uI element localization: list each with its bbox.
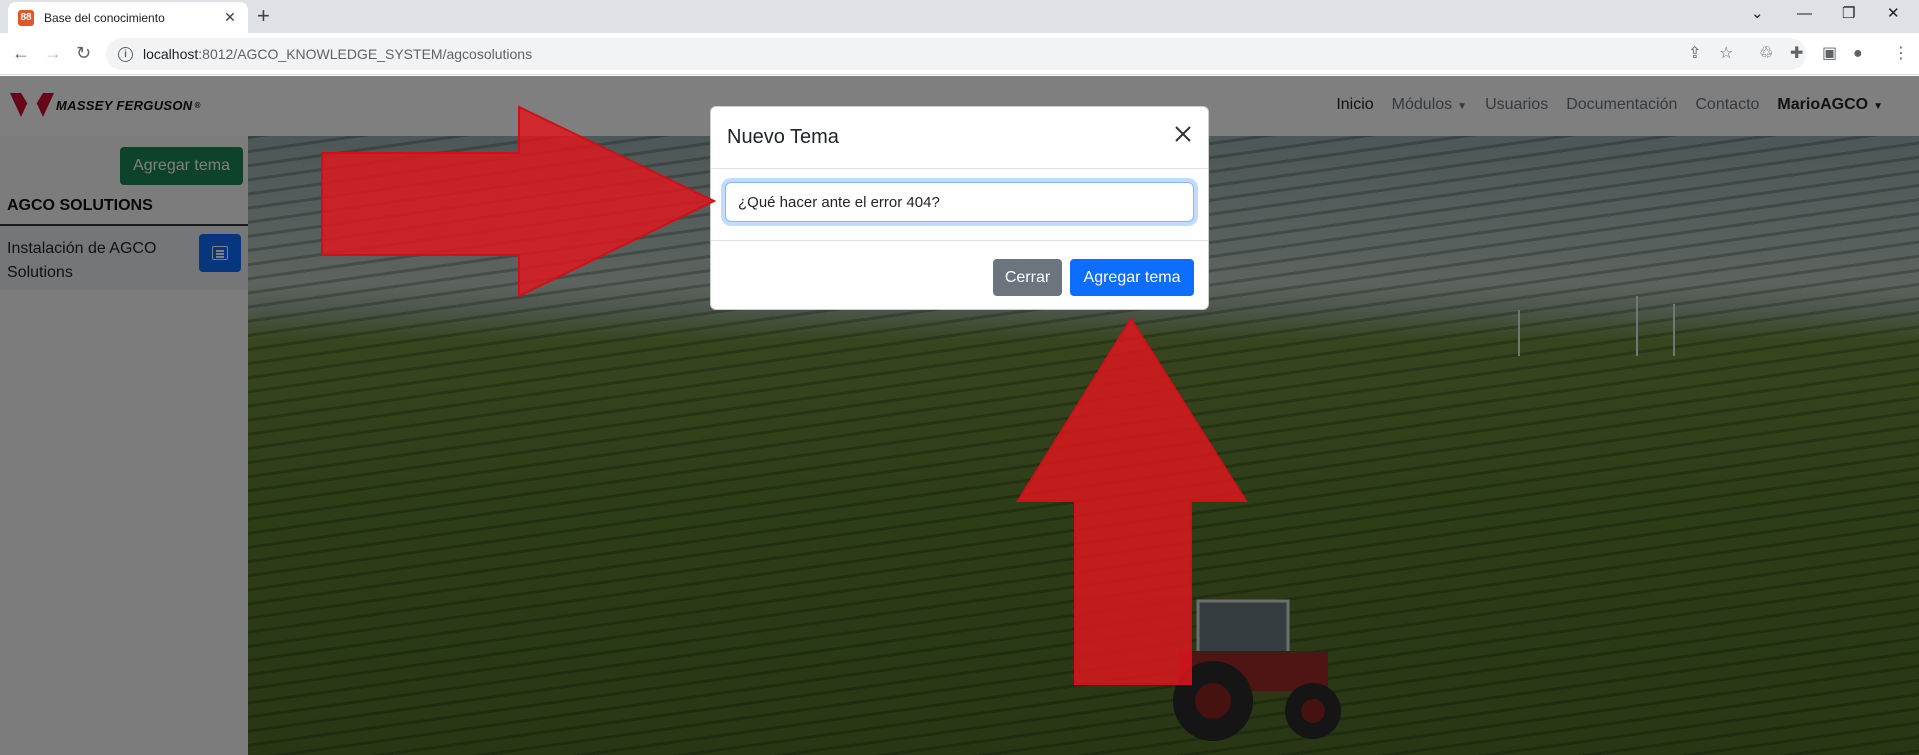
browser-toolbar: ← → ↻ i localhost:8012/AGCO_KNOWLEDGE_SY… (0, 33, 1919, 75)
address-bar[interactable]: i localhost:8012/AGCO_KNOWLEDGE_SYSTEM/a… (106, 38, 1806, 70)
minimize-icon[interactable]: — (1797, 4, 1812, 24)
browser-tab[interactable]: 88 Base del conocimiento ✕ (8, 2, 248, 33)
info-icon[interactable]: i (118, 46, 133, 62)
menu-icon[interactable]: ⋮ (1893, 44, 1909, 64)
arrow-up-annotation (1016, 317, 1248, 685)
back-icon[interactable]: ← (12, 42, 30, 64)
new-tab-button[interactable]: + (257, 5, 270, 27)
extensions-icon[interactable]: ♲ (1759, 44, 1773, 64)
tab-search-icon[interactable]: ⌄ (1751, 4, 1764, 24)
sidepanel-icon[interactable]: ▣ (1822, 44, 1837, 64)
reload-icon[interactable]: ↻ (76, 42, 91, 64)
star-icon[interactable]: ☆ (1719, 44, 1733, 64)
profile-icon[interactable]: ● (1853, 44, 1863, 64)
arrow-right-annotation (321, 105, 717, 298)
close-tab-icon[interactable]: ✕ (222, 9, 238, 26)
window-close-icon[interactable]: ✕ (1887, 4, 1900, 24)
tab-title: Base del conocimiento (44, 10, 165, 25)
puzzle-icon[interactable]: ✚ (1790, 44, 1803, 64)
browser-tabstrip: 88 Base del conocimiento ✕ + ⌄ — ❐ ✕ (0, 0, 1919, 33)
forward-icon[interactable]: → (44, 42, 62, 64)
share-icon[interactable]: ⇪ (1688, 44, 1701, 64)
annotation-arrows (321, 105, 1248, 685)
restore-icon[interactable]: ❐ (1842, 4, 1855, 24)
url-text[interactable]: localhost:8012/AGCO_KNOWLEDGE_SYSTEM/agc… (143, 46, 532, 62)
favicon-icon: 88 (18, 9, 34, 26)
web-page: MASSEY FERGUSON ® Inicio Módulos▼ Usuari… (0, 76, 1919, 755)
